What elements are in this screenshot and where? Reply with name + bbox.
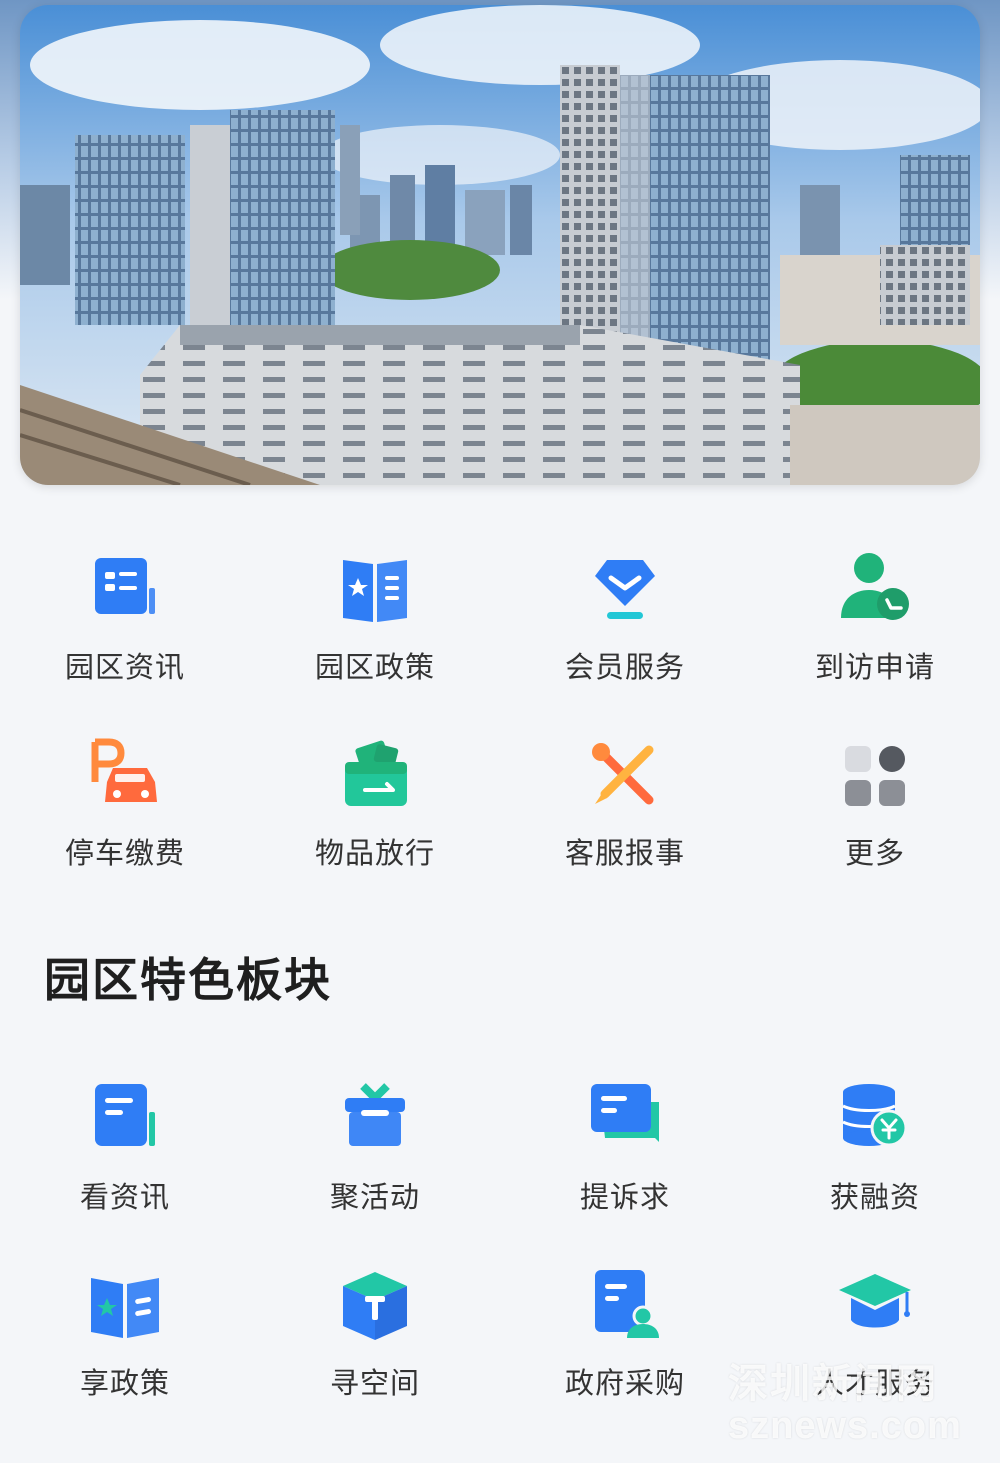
featured-talent[interactable]: 人才服务	[750, 1266, 1000, 1436]
banner-image[interactable]	[20, 5, 980, 485]
featured-gov-purchase[interactable]: 政府采购	[500, 1266, 750, 1436]
parking-car-icon	[91, 738, 157, 802]
featured-label: 聚活动	[329, 1180, 420, 1214]
service-park-news[interactable]: 园区资讯	[0, 550, 250, 720]
featured-label: 提诉求	[579, 1180, 670, 1214]
featured-activity[interactable]: 聚活动	[250, 1080, 500, 1250]
featured-financing[interactable]: 获融资	[750, 1080, 1000, 1250]
service-label: 更多	[844, 836, 905, 870]
service-label: 客服报事	[564, 836, 685, 870]
featured-label: 享政策	[79, 1366, 170, 1400]
service-label: 物品放行	[314, 836, 435, 870]
service-park-policy[interactable]: 园区政策	[250, 550, 500, 720]
featured-label: 人才服务	[814, 1366, 935, 1400]
featured-appeal[interactable]: 提诉求	[500, 1080, 750, 1250]
tools-icon	[592, 743, 654, 805]
policy-book-icon	[91, 1278, 159, 1338]
gift-box-icon	[345, 1083, 405, 1146]
service-member[interactable]: 会员服务	[500, 550, 750, 720]
featured-label: 政府采购	[564, 1366, 685, 1400]
cube-icon	[343, 1272, 407, 1340]
service-visit-request[interactable]: 到访申请	[750, 550, 1000, 720]
member-diamond-icon	[595, 560, 655, 619]
coin-stack-icon	[842, 1084, 908, 1147]
service-item-release[interactable]: 物品放行	[250, 736, 500, 906]
more-grid-icon	[845, 746, 905, 806]
featured-news[interactable]: 看资讯	[0, 1080, 250, 1250]
service-label: 园区资讯	[64, 650, 185, 684]
purchase-doc-icon	[595, 1270, 659, 1338]
featured-section-title: 园区特色板块	[44, 953, 332, 1007]
news-card-icon	[95, 558, 155, 614]
service-customer-report[interactable]: 客服报事	[500, 736, 750, 906]
service-label: 园区政策	[314, 650, 435, 684]
featured-label: 看资讯	[79, 1180, 170, 1214]
service-more[interactable]: 更多	[750, 736, 1000, 906]
service-parking-fee[interactable]: 停车缴费	[0, 736, 250, 906]
policy-book-icon	[343, 560, 407, 622]
featured-label: 寻空间	[329, 1366, 420, 1400]
visitor-person-icon	[841, 553, 909, 620]
service-label: 会员服务	[564, 650, 685, 684]
chat-bubble-icon	[591, 1084, 659, 1142]
service-label: 停车缴费	[64, 836, 185, 870]
city-skyline-photo	[20, 5, 980, 485]
news-card-icon	[95, 1084, 155, 1146]
featured-space[interactable]: 寻空间	[250, 1266, 500, 1436]
service-label: 到访申请	[814, 650, 935, 684]
wallet-release-icon	[345, 740, 407, 806]
featured-policy[interactable]: 享政策	[0, 1266, 250, 1436]
graduation-cap-icon	[839, 1274, 911, 1328]
featured-label: 获融资	[829, 1180, 920, 1214]
